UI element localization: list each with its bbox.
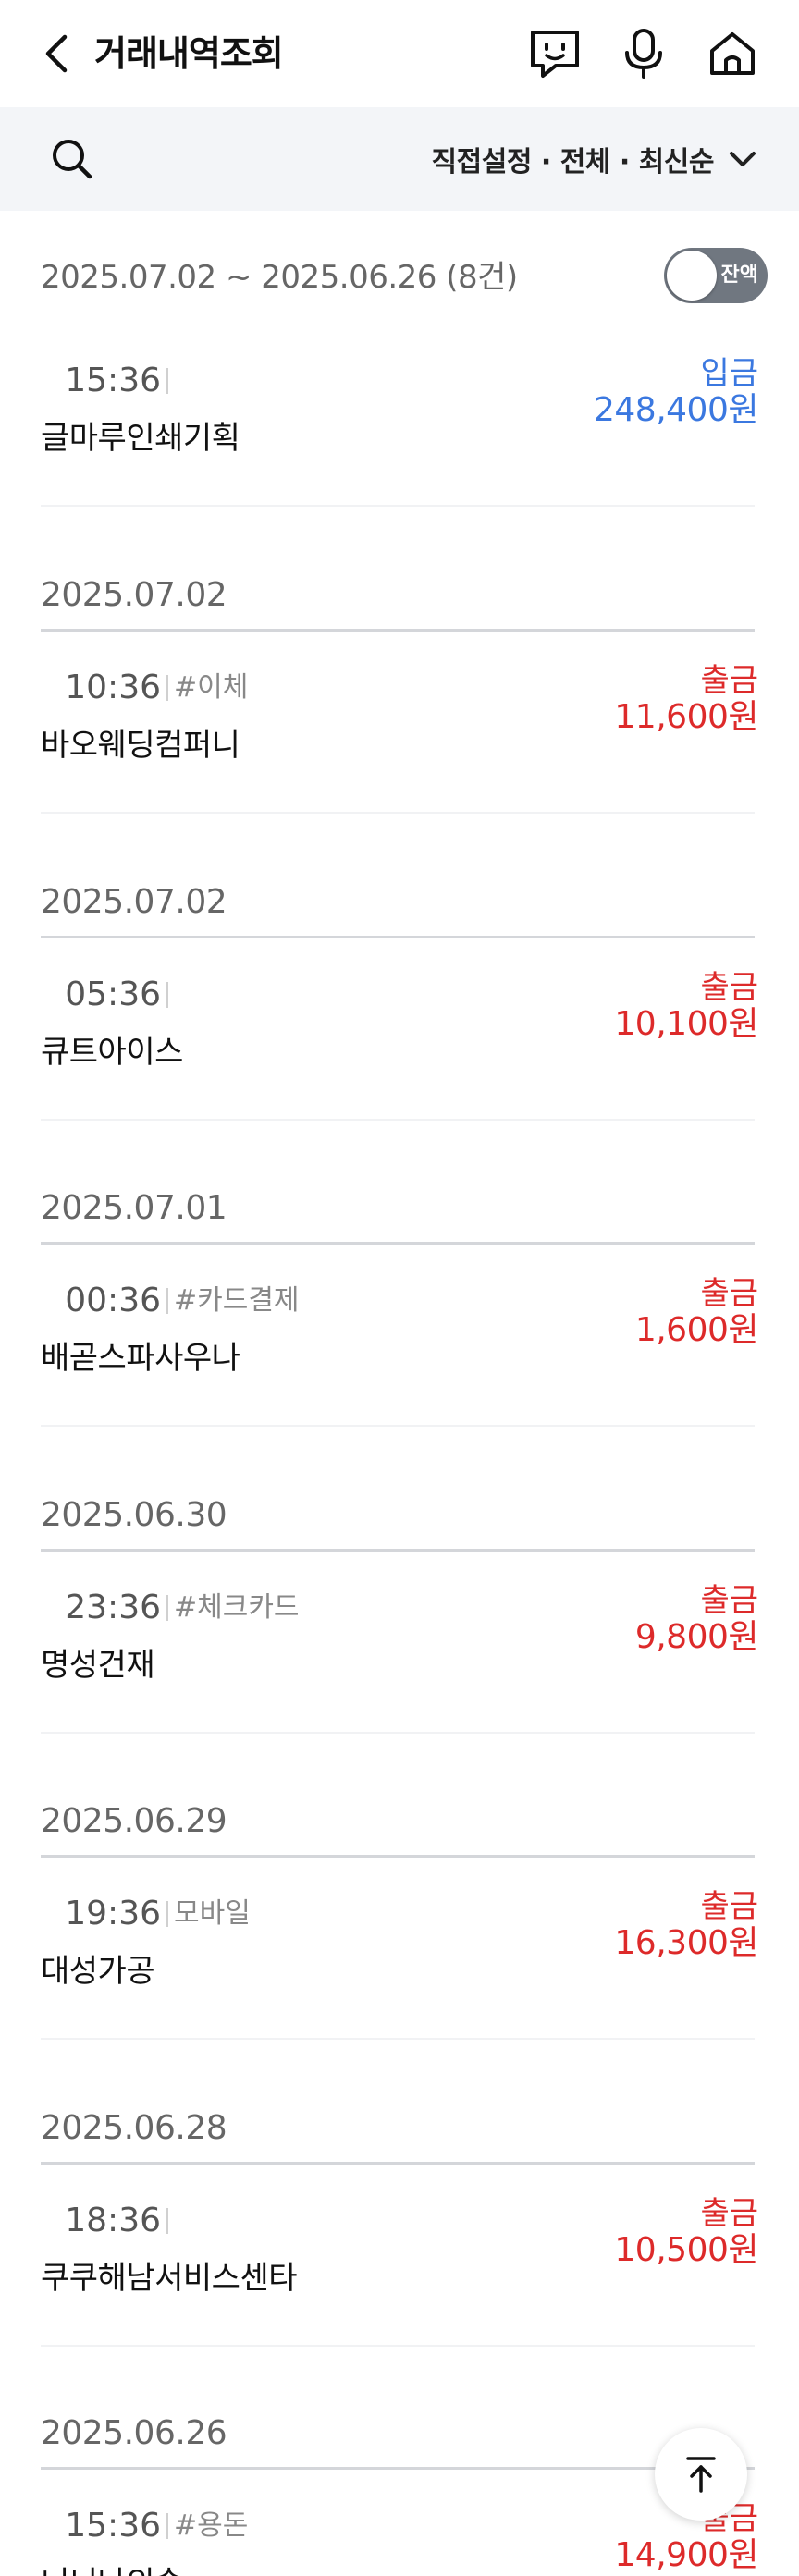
transaction-amount: 248,400원	[594, 391, 759, 429]
home-icon	[710, 32, 755, 75]
transaction-type: 출금	[700, 1582, 758, 1619]
home-button[interactable]	[705, 26, 760, 81]
search-icon	[53, 140, 92, 179]
group-date-header: 2025.07.02	[41, 883, 227, 921]
date-range-count: 2025.07.02 ~ 2025.06.26 (8건)	[41, 259, 518, 296]
memo-separator	[166, 675, 168, 701]
transaction-memo: #체크카드	[174, 1591, 300, 1624]
back-button[interactable]	[33, 28, 80, 80]
transaction-row[interactable]: 00:36 #카드결제 배곧스파사우나 출금 1,600원	[0, 1260, 799, 1427]
transaction-time: 10:36	[65, 669, 161, 706]
filter-summary: 직접설정 · 전체 · 최신순	[431, 146, 715, 178]
memo-separator	[166, 2513, 168, 2539]
row-divider	[41, 2345, 755, 2347]
microphone-icon	[625, 29, 662, 79]
transaction-row[interactable]: 23:36 #체크카드 명성건재 출금 9,800원	[0, 1567, 799, 1734]
transaction-type: 출금	[700, 969, 758, 1006]
transaction-amount: 10,500원	[614, 2231, 758, 2269]
transaction-amount: 1,600원	[634, 1311, 759, 1349]
row-divider	[41, 2038, 755, 2040]
memo-separator	[166, 982, 168, 1008]
group-date-header: 2025.06.30	[41, 1496, 227, 1534]
row-divider	[41, 1732, 755, 1734]
group-divider	[41, 1855, 755, 1858]
row-divider	[41, 505, 755, 507]
transaction-time: 15:36	[65, 2507, 161, 2545]
scroll-to-top-button[interactable]	[655, 2428, 747, 2521]
memo-separator	[166, 1288, 168, 1314]
transaction-row[interactable]: 10:36 #이체 바오웨딩컴퍼니 출금 11,600원	[0, 647, 799, 814]
app-header: 거래내역조회	[0, 0, 799, 107]
transaction-type: 출금	[700, 1275, 758, 1312]
row-divider	[41, 812, 755, 814]
page-title: 거래내역조회	[94, 33, 284, 74]
transaction-amount: 10,100원	[614, 1005, 758, 1043]
transaction-time: 18:36	[65, 2202, 161, 2239]
filter-dropdown[interactable]: 직접설정 · 전체 · 최신순	[432, 133, 756, 185]
transaction-time: 00:36	[65, 1282, 161, 1319]
transaction-counterparty: 명성건재	[41, 1647, 155, 1684]
voice-search-button[interactable]	[616, 26, 671, 81]
transaction-counterparty: 큐트아이스	[41, 1034, 183, 1071]
group-date-header: 2025.07.02	[41, 576, 227, 614]
chevron-down-icon	[730, 152, 756, 166]
group-date-header: 2025.06.28	[41, 2109, 227, 2147]
transaction-memo: #카드결제	[174, 1284, 300, 1317]
transaction-type: 출금	[700, 1888, 758, 1925]
group-date-header: 2025.07.01	[41, 1189, 227, 1227]
transaction-counterparty: 바오웨딩컴퍼니	[41, 727, 240, 764]
transaction-counterparty: 대성가공	[41, 1953, 155, 1990]
balance-toggle[interactable]: 잔액	[664, 248, 768, 303]
list-summary: 2025.07.02 ~ 2025.06.26 (8건) 잔액	[0, 239, 799, 313]
chatbot-button[interactable]	[527, 26, 583, 81]
row-divider	[41, 1119, 755, 1121]
transaction-amount: 16,300원	[614, 1924, 758, 1962]
transaction-amount: 9,800원	[634, 1618, 759, 1656]
memo-separator	[166, 1901, 168, 1927]
transaction-row[interactable]: 19:36 모바일 대성가공 출금 16,300원	[0, 1873, 799, 2040]
group-divider	[41, 629, 755, 632]
chevron-left-icon	[45, 34, 68, 73]
memo-separator	[166, 1595, 168, 1621]
transaction-row[interactable]: 18:36 쿠쿠해남서비스센타 출금 10,500원	[0, 2180, 799, 2347]
transaction-type: 입금	[700, 355, 758, 392]
transaction-amount: 11,600원	[614, 698, 758, 736]
row-divider	[41, 1425, 755, 1427]
search-button[interactable]	[46, 133, 98, 185]
group-divider	[41, 1242, 755, 1245]
transaction-memo: 모바일	[174, 1897, 251, 1930]
toggle-knob	[667, 251, 717, 301]
transaction-type: 출금	[700, 662, 758, 699]
group-divider	[41, 936, 755, 938]
transaction-counterparty: 글마루인쇄기획	[41, 420, 240, 457]
group-divider	[41, 2467, 755, 2470]
transaction-memo: #이체	[174, 671, 249, 704]
transaction-row[interactable]: 15:36 글마루인쇄기획 입금 248,400원	[0, 340, 799, 507]
transaction-type: 출금	[700, 2195, 758, 2232]
memo-separator	[166, 2208, 168, 2234]
group-date-header: 2025.06.29	[41, 1802, 227, 1840]
filter-bar: 직접설정 · 전체 · 최신순	[0, 107, 799, 211]
transaction-row[interactable]: 05:36 큐트아이스 출금 10,100원	[0, 954, 799, 1121]
balance-toggle-label: 잔액	[720, 264, 758, 287]
transaction-time: 19:36	[65, 1895, 161, 1932]
transaction-counterparty: 쿠쿠해남서비스센타	[41, 2260, 298, 2297]
group-divider	[41, 1549, 755, 1552]
chat-face-icon	[531, 31, 579, 78]
transaction-time: 15:36	[65, 362, 161, 399]
transaction-amount: 14,900원	[614, 2536, 758, 2574]
transaction-memo: #용돈	[174, 2509, 249, 2542]
group-date-header: 2025.06.26	[41, 2414, 227, 2452]
transaction-counterparty: 배곧스파사우나	[41, 1340, 240, 1377]
transaction-counterparty: 너늬나의숲	[41, 2561, 183, 2576]
memo-separator	[166, 368, 168, 394]
group-divider	[41, 2162, 755, 2165]
transaction-time: 05:36	[65, 975, 161, 1013]
arrow-up-icon	[686, 2457, 716, 2493]
transaction-time: 23:36	[65, 1589, 161, 1626]
